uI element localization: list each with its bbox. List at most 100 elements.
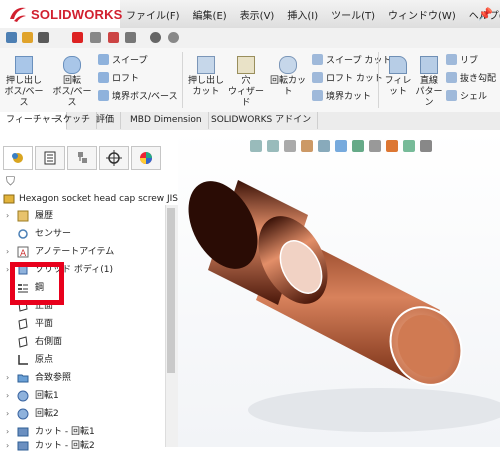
- open-icon[interactable]: [22, 32, 33, 43]
- expand-arrow-icon[interactable]: ›: [6, 405, 9, 423]
- previous-view-icon[interactable]: [284, 140, 296, 152]
- cut-revolve-icon: [17, 441, 29, 451]
- origin-icon: [18, 355, 28, 365]
- menu-insert[interactable]: 挿入(I): [287, 7, 318, 22]
- revolve-cut-button[interactable]: 回転カット: [266, 56, 310, 98]
- boundary-cut-icon: [312, 90, 323, 101]
- sweep-button[interactable]: スイープ: [98, 54, 147, 68]
- apply-scene-icon[interactable]: [403, 140, 415, 152]
- lofted-cut-icon: [312, 72, 323, 83]
- configuration-manager-icon: [78, 152, 87, 163]
- sweep-icon: [98, 54, 109, 65]
- expand-arrow-icon[interactable]: ›: [6, 261, 9, 279]
- rib-icon: [446, 54, 457, 65]
- feature-tree-tab[interactable]: [3, 146, 33, 170]
- folder-icon: [17, 374, 29, 383]
- shell-icon: [446, 90, 457, 101]
- tab-solidworks-addins[interactable]: SOLIDWORKS アドイン: [205, 112, 319, 129]
- hide-show-icon[interactable]: [369, 140, 381, 152]
- boundary-boss-button[interactable]: 境界ボス/ベース: [98, 90, 178, 104]
- expand-arrow-icon[interactable]: ›: [6, 387, 9, 405]
- expand-arrow-icon[interactable]: ›: [6, 437, 9, 455]
- view-orientation-icon[interactable]: [335, 140, 347, 152]
- hole-wizard-button[interactable]: 穴 ウィザード: [228, 56, 264, 109]
- hole-wizard-icon: [237, 56, 255, 74]
- tab-mbd-dimension[interactable]: MBD Dimension: [124, 112, 209, 129]
- swept-cut-button[interactable]: スイープ カット: [312, 54, 391, 68]
- menu-edit[interactable]: 編集(E): [193, 7, 227, 22]
- menu-view[interactable]: 表示(V): [240, 7, 275, 22]
- feature-tree-icon: [12, 153, 23, 163]
- revolve-feature-icon: [17, 408, 29, 420]
- lofted-cut-button[interactable]: ロフト カット: [312, 72, 383, 86]
- loft-icon: [98, 72, 109, 83]
- redo-icon[interactable]: [108, 32, 119, 43]
- extrude-boss-button[interactable]: 押し出し ボス/ベース: [4, 56, 44, 109]
- expand-arrow-icon[interactable]: ›: [6, 207, 9, 225]
- part-icon: [3, 194, 15, 204]
- extrude-cut-button[interactable]: 押し出し カット: [186, 56, 226, 98]
- select-icon[interactable]: [125, 32, 136, 43]
- cut-revolve-icon: [17, 427, 29, 437]
- swept-cut-icon: [312, 54, 323, 65]
- annotation-icon: A: [17, 246, 29, 258]
- rebuild-icon[interactable]: [168, 32, 179, 43]
- draft-icon: [446, 72, 457, 83]
- brand-name: SOLIDWORKS: [31, 7, 123, 22]
- display-manager-tab[interactable]: [131, 146, 161, 170]
- options-gear-icon[interactable]: [150, 32, 161, 43]
- fillet-icon: [389, 56, 407, 74]
- cap-screw-model: [188, 180, 500, 432]
- ribbon-divider: [378, 52, 379, 108]
- menu-window[interactable]: ウィンドウ(W): [388, 7, 456, 22]
- loft-button[interactable]: ロフト: [98, 72, 139, 86]
- tab-evaluate[interactable]: 評価: [90, 112, 122, 129]
- zoom-to-fit-icon[interactable]: [250, 140, 262, 152]
- expand-arrow-icon[interactable]: ›: [6, 369, 9, 387]
- menu-file[interactable]: ファイル(F): [126, 7, 180, 22]
- extrude-boss-icon: [15, 56, 33, 74]
- display-style-icon[interactable]: [352, 140, 364, 152]
- property-manager-tab[interactable]: [35, 146, 65, 170]
- menu-tools[interactable]: ツール(T): [331, 7, 375, 22]
- configuration-manager-tab[interactable]: [67, 146, 97, 170]
- expand-arrow-icon[interactable]: ›: [6, 243, 9, 261]
- draft-button[interactable]: 抜き勾配: [446, 72, 496, 86]
- extrude-cut-icon: [197, 56, 215, 74]
- linear-pattern-button[interactable]: 直線 パターン: [414, 56, 444, 109]
- boundary-cut-button[interactable]: 境界カット: [312, 90, 371, 104]
- dimxpert-tab[interactable]: [99, 146, 129, 170]
- revolve-boss-icon: [63, 56, 81, 74]
- property-manager-icon: [44, 151, 56, 165]
- section-view-icon[interactable]: [301, 140, 313, 152]
- print-icon[interactable]: [72, 32, 83, 43]
- plane-icon: [18, 318, 28, 330]
- plane-icon: [18, 336, 28, 348]
- shell-button[interactable]: シェル: [446, 90, 487, 104]
- filter-icon[interactable]: ⛉: [6, 174, 15, 189]
- highlight-box: [10, 262, 64, 305]
- save-icon[interactable]: [38, 32, 49, 43]
- revolve-feature-icon: [17, 390, 29, 402]
- revolve-boss-button[interactable]: 回転 ボス/ベース: [52, 56, 92, 109]
- command-tabs: フィーチャー スケッチ 評価 MBD Dimension SOLIDWORKS …: [0, 112, 500, 131]
- edit-appearance-icon[interactable]: [386, 140, 398, 152]
- heads-up-view-toolbar: [250, 140, 437, 158]
- revolve-cut-icon: [279, 56, 297, 74]
- pin-icon[interactable]: 📌: [478, 7, 493, 21]
- quick-access-toolbar: [0, 28, 500, 49]
- command-manager-ribbon: 押し出し ボス/ベース 回転 ボス/ベース スイープ ロフト 境界ボス/ベース …: [0, 48, 500, 113]
- boundary-boss-icon: [98, 90, 109, 101]
- zoom-area-icon[interactable]: [267, 140, 279, 152]
- view-settings-icon[interactable]: [420, 140, 432, 152]
- crosshair-icon: [106, 150, 122, 166]
- title-bar: SOLIDWORKS ファイル(F) 編集(E) 表示(V) 挿入(I) ツール…: [0, 0, 500, 29]
- solidworks-logo[interactable]: SOLIDWORKS: [0, 0, 123, 28]
- fillet-button[interactable]: フィレット: [382, 56, 414, 98]
- undo-icon[interactable]: [90, 32, 101, 43]
- new-document-icon[interactable]: [6, 32, 17, 43]
- ds-logo-icon: [10, 7, 26, 22]
- dynamic-annotation-icon[interactable]: [318, 140, 330, 152]
- rib-button[interactable]: リブ: [446, 54, 478, 68]
- scrollbar-thumb[interactable]: [167, 208, 175, 373]
